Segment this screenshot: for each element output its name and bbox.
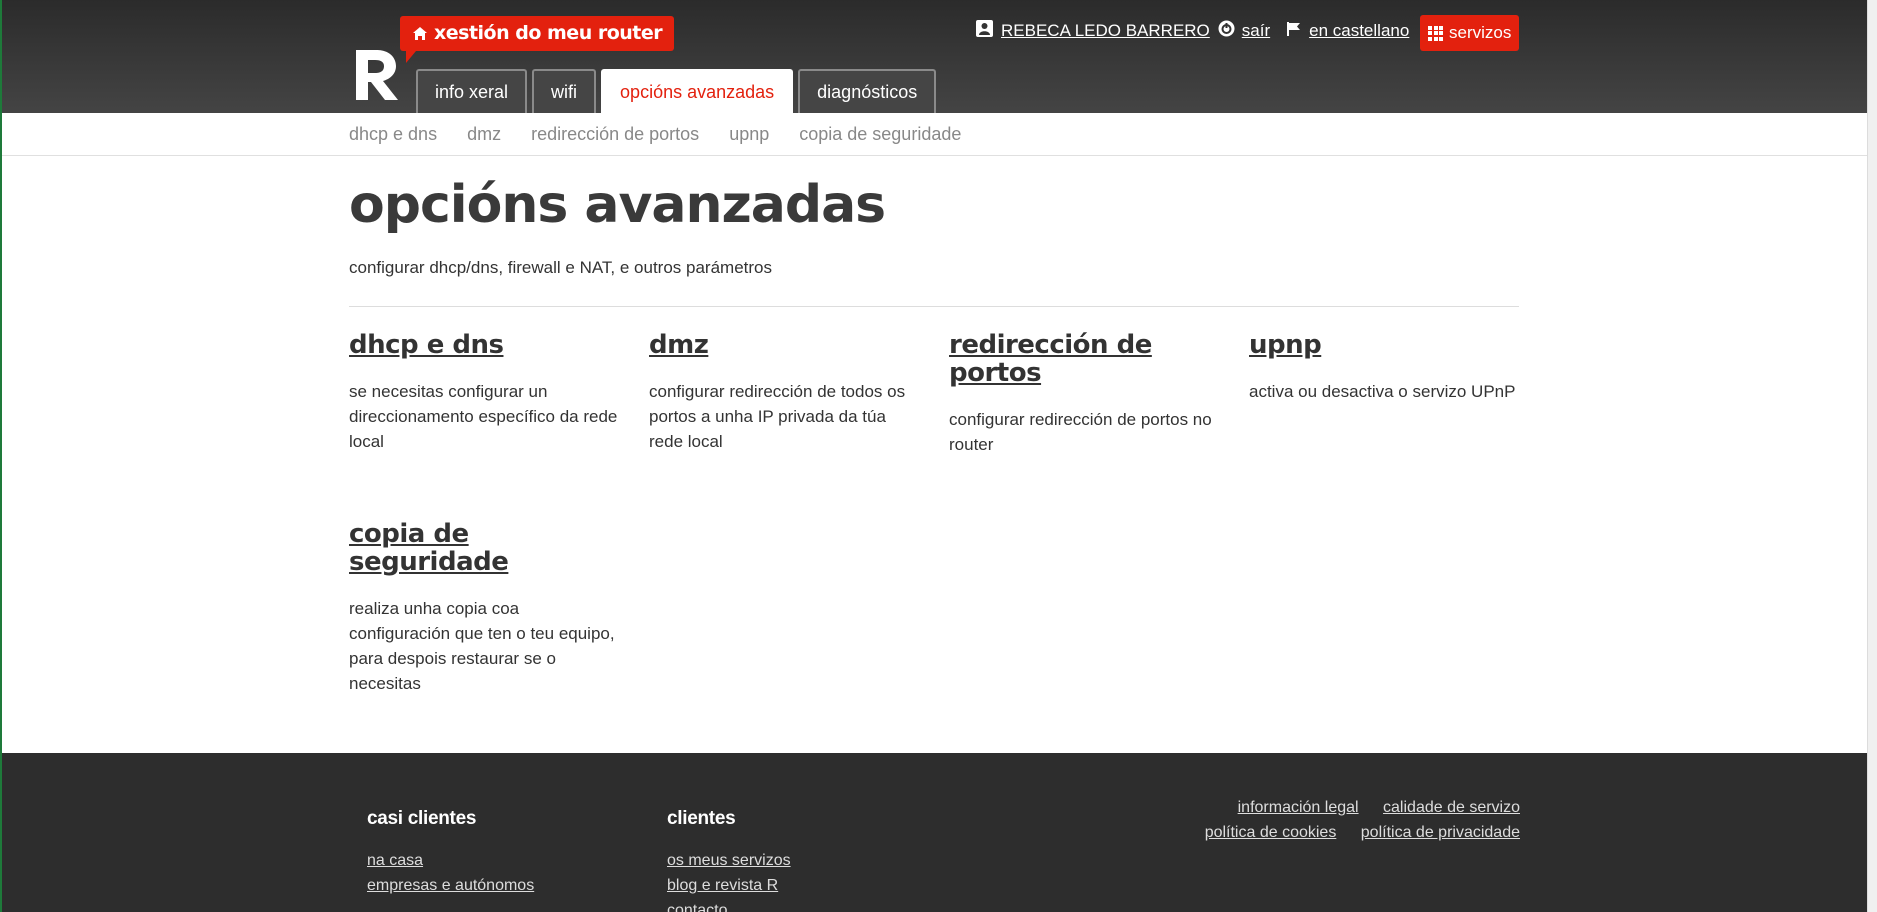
divider bbox=[349, 306, 1519, 307]
card-dhcp-dns: dhcp e dns se necesitas configurar un di… bbox=[349, 331, 624, 454]
subnav-upnp[interactable]: upnp bbox=[729, 124, 769, 145]
page-title: opcións avanzadas bbox=[349, 175, 886, 235]
card-description: activa ou desactiva o servizo UPnP bbox=[1249, 382, 1516, 401]
footer-col-prospects: casi clientes na casa empresas e autónom… bbox=[367, 808, 534, 898]
tab-wifi[interactable]: wifi bbox=[532, 69, 597, 113]
card-description: configurar redirección de portos no rout… bbox=[949, 410, 1212, 454]
home-icon bbox=[412, 18, 428, 53]
card-description: realiza unha copia coa configuración que… bbox=[349, 599, 615, 693]
card-description: se necesitas configurar un direccionamen… bbox=[349, 382, 618, 451]
brand-tag[interactable]: xestión do meu router bbox=[400, 16, 675, 63]
footer-link[interactable]: blog e revista R bbox=[667, 873, 791, 898]
language-link[interactable]: en castellano bbox=[1309, 21, 1409, 41]
power-icon bbox=[1218, 20, 1235, 42]
grid-icon bbox=[1428, 25, 1443, 41]
card-title-link[interactable]: dmz bbox=[649, 331, 924, 359]
footer-col-clients: clientes os meus servizos blog e revista… bbox=[667, 808, 791, 912]
user-name-link[interactable]: REBECA LEDO BARRERO bbox=[1001, 21, 1210, 41]
cookies-policy-link[interactable]: política de cookies bbox=[1205, 824, 1337, 841]
main-content: dhcp e dns dmz redirección de portos upn… bbox=[2, 113, 1867, 753]
footer-link[interactable]: empresas e autónomos bbox=[367, 873, 534, 898]
card-upnp: upnp activa ou desactiva o servizo UPnP bbox=[1249, 331, 1539, 404]
footer-link[interactable]: na casa bbox=[367, 848, 534, 873]
card-title-link[interactable]: redirección de portos bbox=[949, 331, 1229, 387]
site-header: xestión do meu router info xeral wifi op… bbox=[2, 0, 1867, 113]
services-label: servizos bbox=[1449, 23, 1512, 42]
legal-info-link[interactable]: información legal bbox=[1238, 799, 1359, 816]
subnav-dhcp-dns[interactable]: dhcp e dns bbox=[349, 124, 437, 145]
subnav-port-forwarding[interactable]: redirección de portos bbox=[531, 124, 699, 145]
services-button[interactable]: servizos bbox=[1420, 15, 1520, 51]
flag-icon bbox=[1286, 21, 1302, 42]
card-title-link[interactable]: copia de seguridade bbox=[349, 520, 624, 576]
scrollbar[interactable] bbox=[1867, 0, 1877, 912]
r-logo[interactable] bbox=[352, 48, 402, 102]
card-title-link[interactable]: upnp bbox=[1249, 331, 1539, 359]
subnav-dmz[interactable]: dmz bbox=[467, 124, 501, 145]
card-dmz: dmz configurar redirección de todos os p… bbox=[649, 331, 924, 454]
site-footer: casi clientes na casa empresas e autónom… bbox=[2, 753, 1867, 912]
sub-navigation: dhcp e dns dmz redirección de portos upn… bbox=[2, 113, 1867, 156]
card-title-link[interactable]: dhcp e dns bbox=[349, 331, 624, 359]
privacy-policy-link[interactable]: política de privacidade bbox=[1361, 824, 1520, 841]
footer-legal-links: información legal calidade de servizo po… bbox=[1185, 795, 1520, 845]
tab-diagnosticos[interactable]: diagnósticos bbox=[798, 69, 937, 113]
logout-link[interactable]: saír bbox=[1242, 21, 1270, 41]
main-tabs: info xeral wifi opcións avanzadas diagnó… bbox=[416, 69, 937, 113]
page-subtitle: configurar dhcp/dns, firewall e NAT, e o… bbox=[349, 258, 772, 277]
footer-heading: casi clientes bbox=[367, 808, 477, 829]
footer-link[interactable]: contacto bbox=[667, 898, 791, 912]
tab-opcions-avanzadas[interactable]: opcións avanzadas bbox=[601, 69, 794, 113]
subnav-backup[interactable]: copia de seguridade bbox=[799, 124, 961, 145]
user-bar: REBECA LEDO BARRERO saír en castellano bbox=[975, 19, 1409, 43]
footer-heading: clientes bbox=[667, 808, 736, 829]
tab-info-xeral[interactable]: info xeral bbox=[416, 69, 528, 113]
service-quality-link[interactable]: calidade de servizo bbox=[1383, 799, 1520, 816]
brand-label: xestión do meu router bbox=[434, 22, 663, 44]
card-port-forwarding: redirección de portos configurar redirec… bbox=[949, 331, 1229, 457]
user-card-icon bbox=[975, 19, 994, 43]
card-description: configurar redirección de todos os porto… bbox=[649, 382, 906, 451]
card-backup: copia de seguridade realiza unha copia c… bbox=[349, 520, 624, 696]
footer-link[interactable]: os meus servizos bbox=[667, 848, 791, 873]
